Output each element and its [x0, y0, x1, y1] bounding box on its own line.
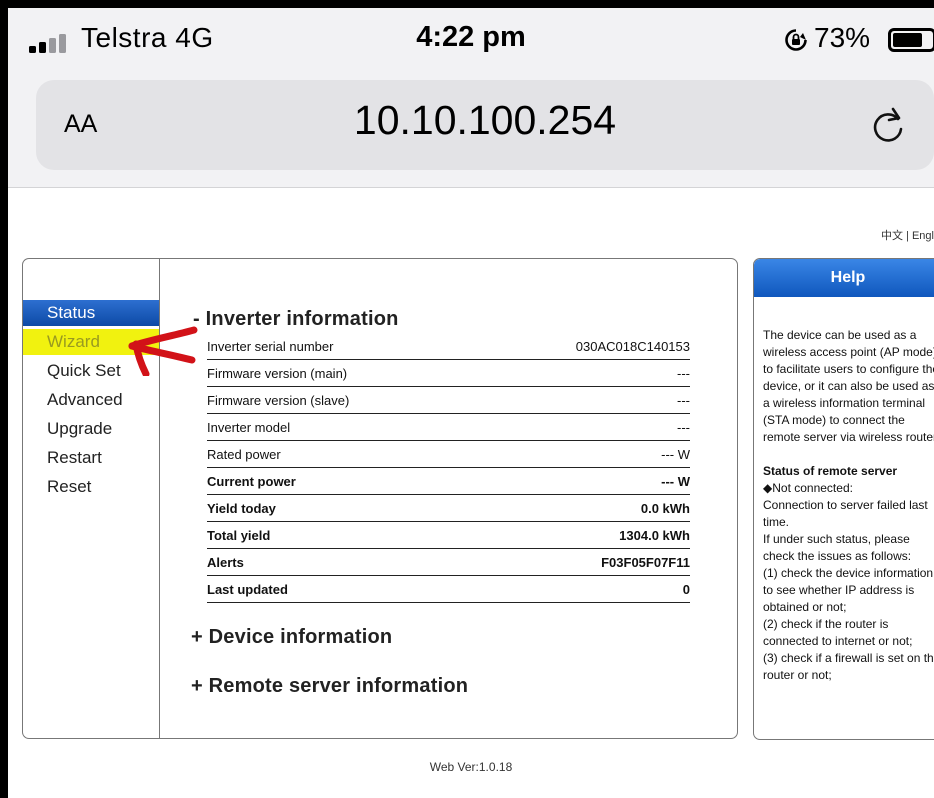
phone-screen: Telstra 4G 4:22 pm 73% AA 10.10.100.254 …: [8, 8, 934, 798]
url-field[interactable]: 10.10.100.254: [36, 97, 934, 144]
help-status-title: Status of remote server: [763, 464, 898, 478]
row-value: F03F05F07F11: [601, 555, 690, 570]
web-version: Web Ver:1.0.18: [429, 760, 513, 774]
battery-icon: [888, 28, 934, 52]
help-line: ◆Not connected:: [763, 481, 853, 495]
device-section-title: Device information: [208, 626, 393, 648]
expand-toggle[interactable]: +: [191, 675, 203, 697]
help-title: Help: [754, 259, 934, 297]
browser-toolbar: AA 10.10.100.254: [8, 70, 934, 188]
help-line: (3) check if a firewall is set on the ro…: [763, 651, 934, 682]
row-label: Total yield: [207, 528, 271, 543]
row-value: ---: [677, 420, 690, 435]
expand-toggle[interactable]: +: [191, 626, 203, 648]
row-label: Alerts: [207, 555, 244, 570]
row-value: 030AC018C140153: [575, 339, 690, 354]
sidebar-item-restart[interactable]: Restart: [23, 445, 159, 471]
help-intro: The device can be used as a wireless acc…: [763, 328, 934, 444]
row-label: Last updated: [207, 582, 288, 597]
row-value: 1304.0 kWh: [619, 528, 690, 543]
row-value: 0.0 kWh: [640, 501, 690, 516]
row-label: Inverter serial number: [207, 339, 334, 354]
help-panel: Help The device can be used as a wireles…: [753, 258, 934, 740]
row-label: Yield today: [207, 501, 276, 516]
table-row: Firmware version (slave) ---: [207, 387, 690, 414]
help-line: Connection to server failed last time.: [763, 498, 928, 529]
address-bar[interactable]: AA 10.10.100.254: [36, 80, 934, 170]
remote-server-section-header[interactable]: + Remote server information: [191, 675, 468, 698]
language-links[interactable]: 中文 | Engl: [881, 227, 934, 243]
device-section-header[interactable]: + Device information: [191, 626, 392, 649]
row-label: Firmware version (slave): [207, 393, 350, 408]
table-row: Current power --- W: [207, 468, 690, 495]
row-label: Current power: [207, 474, 296, 489]
table-row: Last updated 0: [207, 576, 690, 603]
annotation-arrow-icon: [128, 326, 198, 376]
help-line: (2) check if the router is connected to …: [763, 617, 913, 648]
reload-icon[interactable]: [868, 105, 908, 145]
table-row: Rated power --- W: [207, 441, 690, 468]
row-value: --- W: [661, 474, 690, 489]
table-row: Firmware version (main) ---: [207, 360, 690, 387]
remote-server-section-title: Remote server information: [208, 675, 469, 697]
table-row: Inverter serial number 030AC018C140153: [207, 333, 690, 360]
row-value: 0: [682, 582, 690, 597]
main-panel: - Inverter information Inverter serial n…: [159, 258, 738, 739]
help-text: The device can be used as a wireless acc…: [763, 327, 934, 684]
sidebar-item-reset[interactable]: Reset: [23, 474, 159, 500]
status-bar: Telstra 4G 4:22 pm 73%: [8, 8, 934, 70]
inverter-section-header[interactable]: - Inverter information: [193, 308, 399, 331]
sidebar-item-advanced[interactable]: Advanced: [23, 387, 159, 413]
help-line: (1) check the device information to see …: [763, 566, 934, 614]
row-label: Rated power: [207, 447, 281, 462]
web-page: 中文 | Engl Status Wizard Quick Set Advanc…: [8, 189, 934, 798]
row-value: --- W: [661, 447, 690, 462]
row-value: ---: [677, 366, 690, 381]
battery-percentage: 73%: [814, 22, 871, 53]
sidebar-item-upgrade[interactable]: Upgrade: [23, 416, 159, 442]
row-value: ---: [677, 393, 690, 408]
orientation-lock-icon: [785, 29, 807, 51]
row-label: Inverter model: [207, 420, 291, 435]
table-row: Inverter model ---: [207, 414, 690, 441]
help-line: If under such status, please check the i…: [763, 532, 912, 563]
table-row: Total yield 1304.0 kWh: [207, 522, 690, 549]
table-row: Yield today 0.0 kWh: [207, 495, 690, 522]
table-row: Alerts F03F05F07F11: [207, 549, 690, 576]
row-label: Firmware version (main): [207, 366, 348, 381]
inverter-section-title: Inverter information: [205, 308, 399, 330]
